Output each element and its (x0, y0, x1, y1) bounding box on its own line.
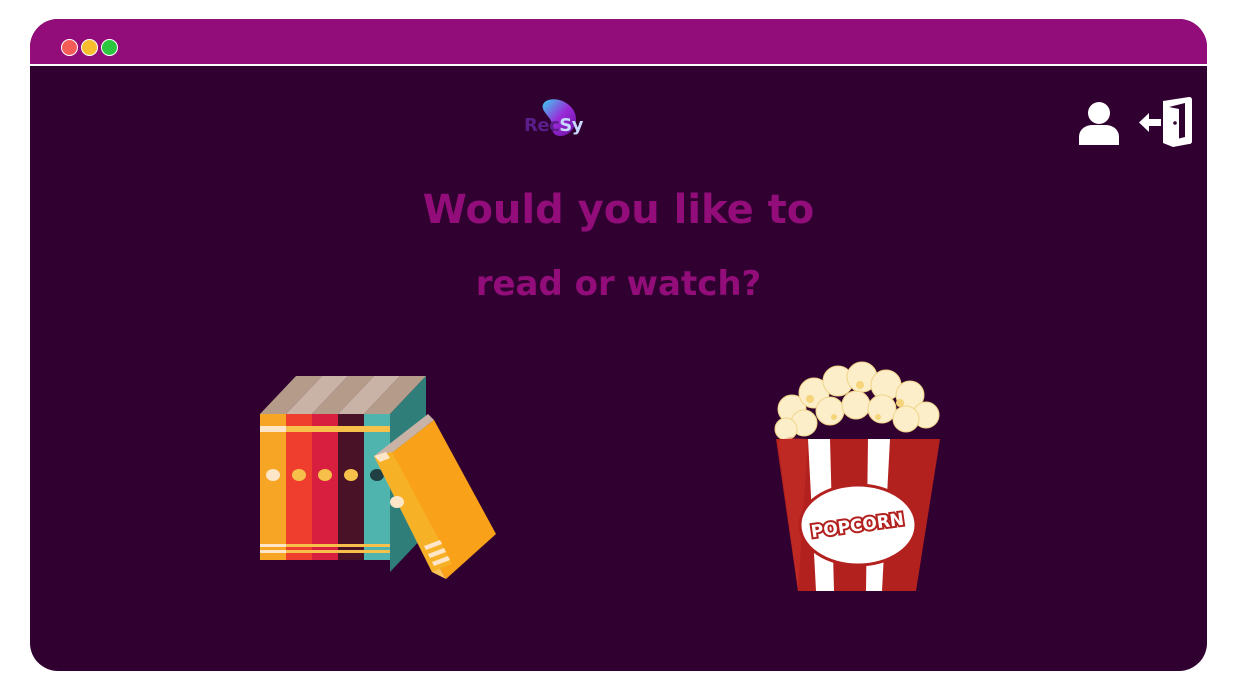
popcorn-option-button[interactable]: POPCORN (770, 359, 946, 594)
headline-line-2: read or watch? (475, 264, 762, 304)
title-bar (30, 19, 1207, 66)
popcorn-icon: POPCORN (774, 361, 940, 591)
recsy-logo: RecSy (524, 97, 584, 141)
maximize-window-button[interactable] (101, 39, 118, 56)
books-icon (260, 376, 496, 579)
logo-text: RecSy (524, 115, 583, 136)
headline-line-1: Would you like to (422, 187, 815, 233)
minimize-window-button[interactable] (81, 39, 98, 56)
user-icon[interactable] (1078, 101, 1120, 145)
app-window: RecSy Would you like to read or watch? P… (30, 19, 1207, 671)
logout-icon[interactable] (1139, 97, 1193, 147)
books-option-button[interactable] (256, 374, 498, 579)
close-window-button[interactable] (61, 39, 78, 56)
